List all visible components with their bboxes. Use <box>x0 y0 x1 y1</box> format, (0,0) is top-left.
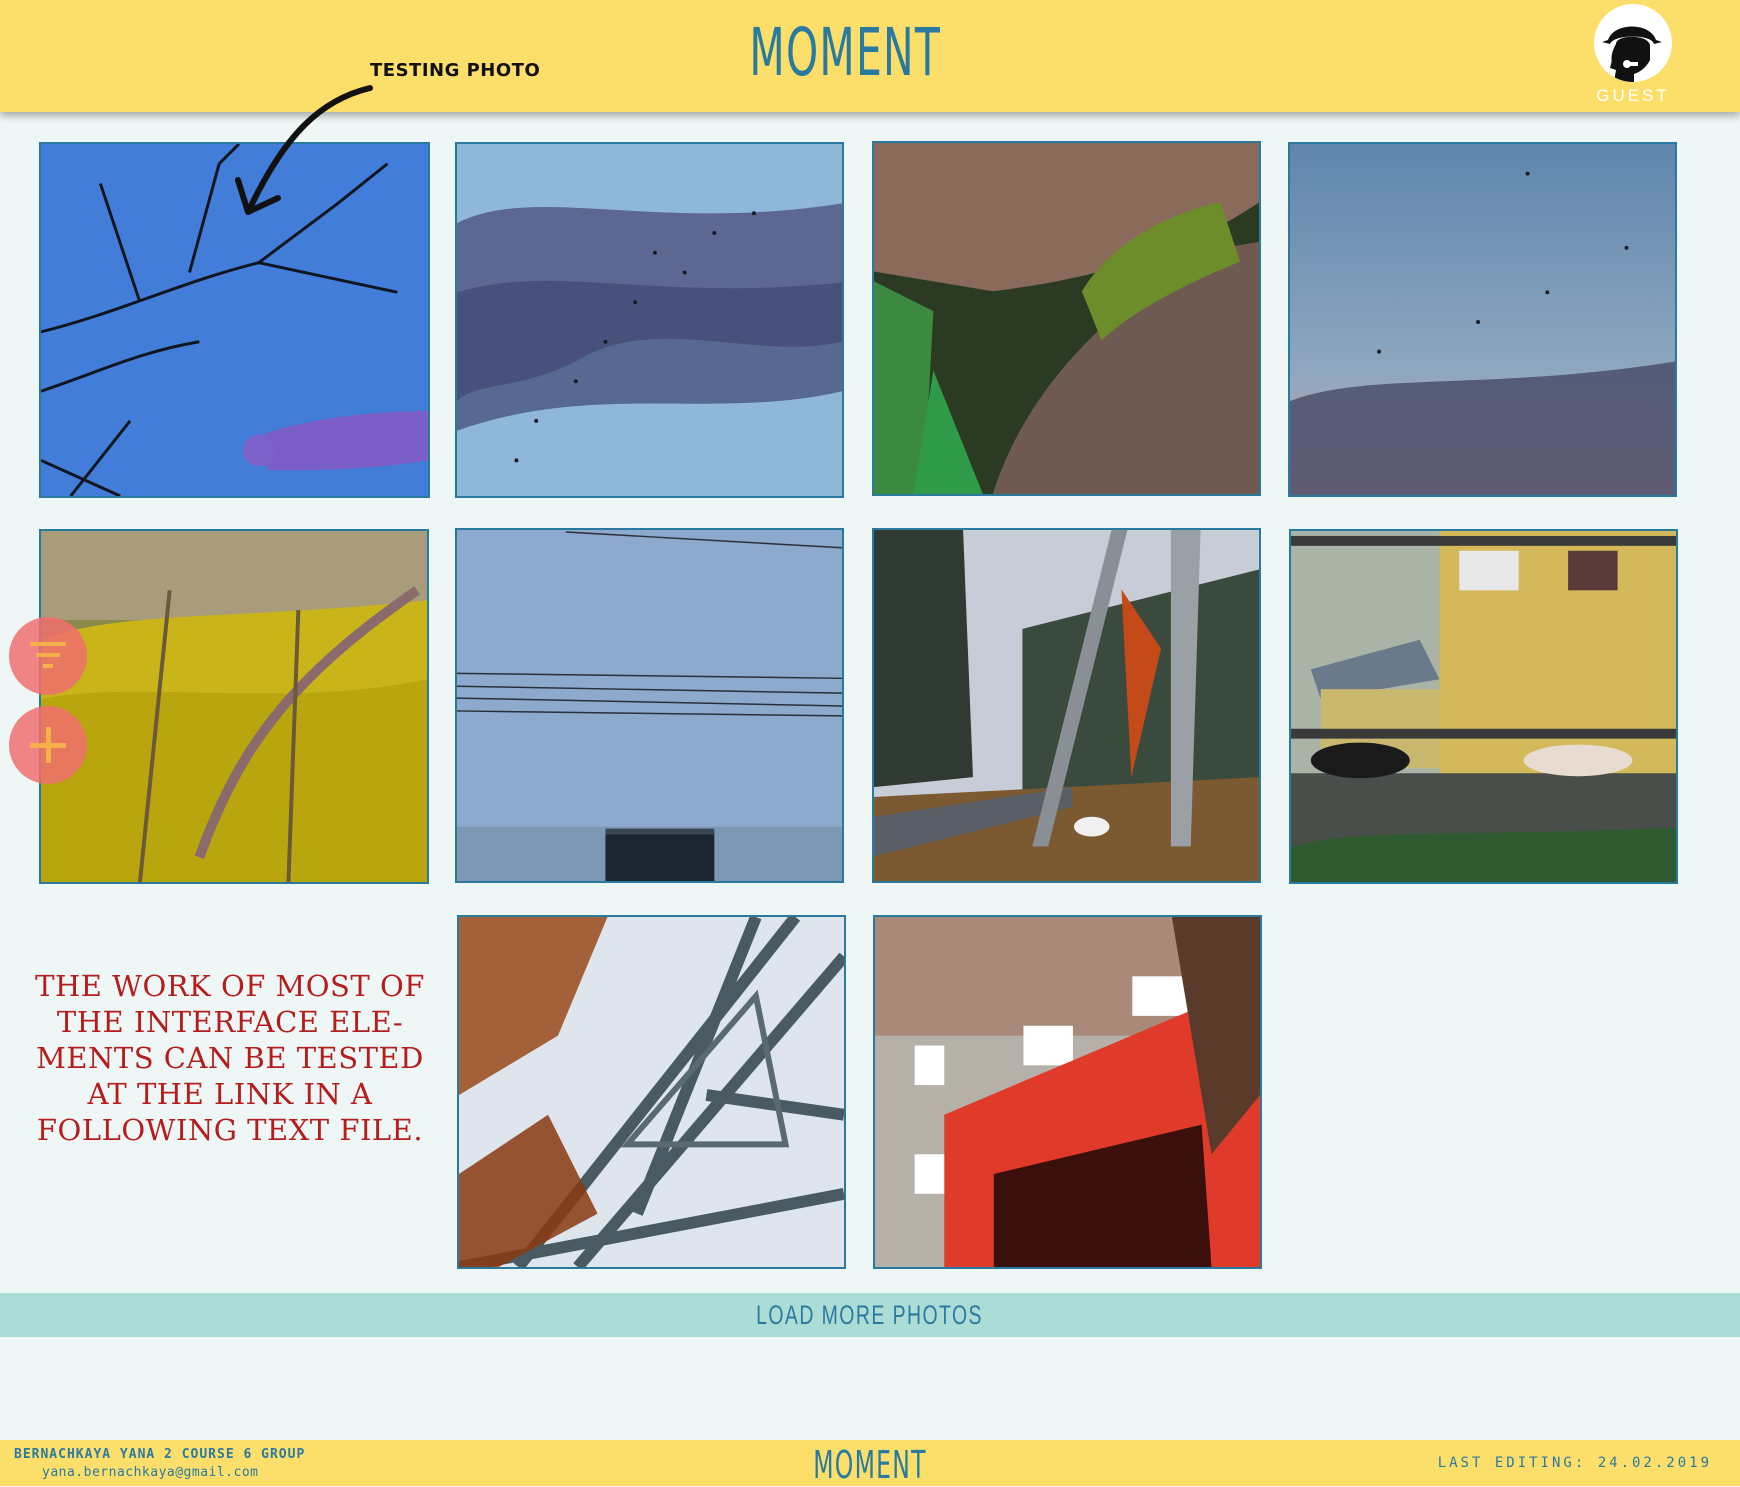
note-line: THE INTERFACE ELE- <box>56 1005 404 1039</box>
photo-card[interactable] <box>39 529 429 884</box>
photo-image <box>457 144 842 496</box>
footer-logo: MOMENT <box>813 1443 927 1487</box>
photo-image <box>1291 531 1676 882</box>
photo-card[interactable] <box>1289 529 1678 884</box>
footer: BERNACHKAYA YANA 2 COURSE 6 GROUP yana.b… <box>0 1440 1740 1487</box>
photo-card[interactable] <box>455 142 844 498</box>
testing-photo-annotation: TESTING PHOTO <box>370 60 541 81</box>
note-line: MENTS CAN BE TESTED <box>36 1041 424 1075</box>
load-more-label: LOAD MORE PHOTOS <box>756 1300 984 1330</box>
note-line: FOLLOWING TEXT FILE. <box>36 1113 424 1147</box>
info-note: THE WORK OF MOST OF THE INTERFACE ELE- M… <box>30 968 430 1148</box>
note-line: THE WORK OF MOST OF <box>35 969 425 1003</box>
footer-email-link[interactable]: yana.bernachkaya@gmail.com <box>42 1465 259 1480</box>
plus-icon <box>30 727 66 763</box>
photo-image <box>1290 144 1675 495</box>
photo-image <box>875 917 1260 1267</box>
guest-label: GUEST <box>1596 86 1670 105</box>
filter-icon <box>30 642 66 668</box>
photo-card[interactable] <box>873 915 1262 1269</box>
photo-card[interactable] <box>457 915 846 1269</box>
filter-button[interactable] <box>9 617 87 695</box>
footer-last-editing: LAST EDITING: 24.02.2019 <box>1437 1455 1712 1471</box>
photo-image <box>41 531 427 882</box>
annotation-arrow-icon <box>235 85 373 215</box>
photo-card[interactable] <box>455 528 844 883</box>
photo-card[interactable] <box>872 528 1261 883</box>
add-photo-button[interactable] <box>9 706 87 784</box>
user-avatar[interactable] <box>1594 4 1672 82</box>
footer-author: BERNACHKAYA YANA 2 COURSE 6 GROUP <box>14 1447 306 1462</box>
photo-image <box>874 143 1259 494</box>
photo-image <box>874 530 1259 881</box>
photo-card[interactable] <box>1288 142 1677 497</box>
photo-image <box>459 917 844 1267</box>
photo-card[interactable] <box>872 141 1261 496</box>
photo-image <box>457 530 842 881</box>
detective-silhouette-icon <box>1602 26 1662 82</box>
site-logo[interactable]: MOMENT <box>749 14 939 91</box>
note-line: AT THE LINK IN A <box>87 1077 373 1111</box>
load-more-button[interactable]: LOAD MORE PHOTOS <box>0 1293 1740 1337</box>
